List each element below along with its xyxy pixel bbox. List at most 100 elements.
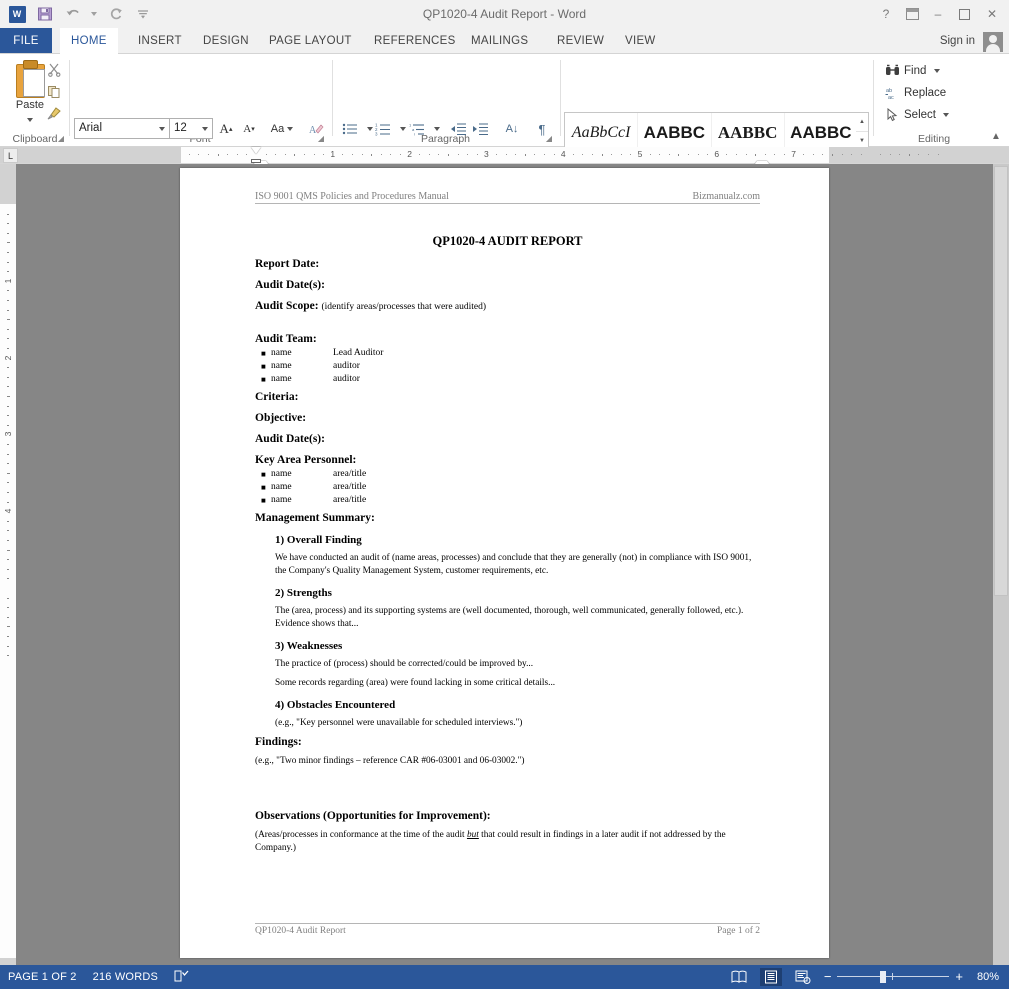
tab-stop-selector[interactable]: L <box>3 148 18 163</box>
decrease-indent-button[interactable] <box>447 118 469 140</box>
minimize-button[interactable]: – <box>925 2 951 26</box>
tab-home[interactable]: HOME <box>60 28 118 54</box>
customize-quick-access-toolbar-icon[interactable] <box>130 2 156 26</box>
tab-file[interactable]: FILE <box>0 28 52 54</box>
ruler-tick <box>188 154 190 155</box>
view-print-layout-button[interactable] <box>759 968 782 986</box>
sign-in-link[interactable]: Sign in <box>940 28 975 54</box>
grow-font-button[interactable]: A ▴ <box>215 118 237 140</box>
replace-button[interactable]: ab ac Replace <box>884 82 946 103</box>
vertical-scrollbar-thumb[interactable] <box>994 166 1008 596</box>
header-left-text: ISO 9001 QMS Policies and Procedures Man… <box>255 191 449 202</box>
tab-design[interactable]: DESIGN <box>192 28 260 54</box>
kap-role-2: area/title <box>333 482 367 492</box>
clipboard-dialog-launcher[interactable]: ◢ <box>56 134 66 144</box>
tab-review[interactable]: REVIEW <box>546 28 615 54</box>
numbered-list-icon: 1 2 3 <box>375 123 390 137</box>
format-painter-icon[interactable] <box>41 102 67 124</box>
paste-caret-icon[interactable] <box>27 117 33 122</box>
close-button[interactable]: ✕ <box>977 2 1007 26</box>
numbering-button[interactable]: 1 2 3 <box>372 118 394 140</box>
summary-heading-4: 4) Obstacles Encountered <box>275 699 396 711</box>
shrink-font-button[interactable]: A ▾ <box>238 118 260 140</box>
first-line-indent-marker[interactable] <box>251 147 261 154</box>
vertical-ruler-tick <box>7 242 10 244</box>
zoom-out-button[interactable]: − <box>824 970 832 983</box>
zoom-level-label[interactable]: 80% <box>969 971 999 983</box>
zoom-slider-thumb[interactable] <box>880 971 887 983</box>
undo-icon[interactable] <box>60 2 86 26</box>
document-page-1[interactable]: ISO 9001 QMS Policies and Procedures Man… <box>180 168 829 958</box>
document-footer[interactable]: QP1020-4 Audit Report Page 1 of 2 <box>255 923 760 936</box>
multilevel-list-button[interactable]: 1 a i <box>406 118 428 140</box>
copy-icon[interactable] <box>41 80 67 102</box>
ruler-left-margin-zone <box>0 147 181 163</box>
help-button[interactable]: ? <box>873 2 899 26</box>
font-size-chevron-down-icon[interactable] <box>202 127 208 131</box>
restore-button[interactable] <box>951 2 977 26</box>
status-bar: PAGE 1 OF 2 216 WORDS − + 80% <box>0 965 1009 989</box>
restore-icon <box>958 8 970 20</box>
bullet-list-icon <box>342 123 357 135</box>
cut-icon[interactable] <box>41 58 67 80</box>
status-page-number[interactable]: PAGE 1 OF 2 <box>8 971 77 983</box>
audit-team-role-1: Lead Auditor <box>333 348 384 358</box>
increase-indent-button[interactable] <box>469 118 491 140</box>
view-read-mode-button[interactable] <box>728 968 750 986</box>
svg-text:3: 3 <box>375 132 378 137</box>
proofing-status-icon[interactable] <box>174 969 191 986</box>
tab-insert[interactable]: INSERT <box>127 28 193 54</box>
vertical-scrollbar[interactable] <box>993 164 1009 965</box>
bullet-icon: ■ <box>261 349 266 358</box>
tab-mailings[interactable]: MAILINGS <box>460 28 539 54</box>
web-layout-icon <box>795 970 811 984</box>
multilevel-caret-icon <box>434 127 440 131</box>
word-logo-icon[interactable]: W <box>4 2 30 26</box>
view-web-layout-button[interactable] <box>792 968 814 986</box>
vertical-ruler-tick <box>7 386 9 388</box>
styles-scroll-up-button[interactable]: ▲ <box>856 113 868 132</box>
select-caret-icon[interactable] <box>942 112 949 117</box>
vertical-ruler-tick <box>7 213 9 215</box>
bullets-button[interactable] <box>339 118 361 140</box>
find-button[interactable]: Find <box>884 60 941 81</box>
vertical-ruler-tick <box>7 616 9 618</box>
tab-view[interactable]: VIEW <box>614 28 667 54</box>
show-formatting-marks-button[interactable]: ¶ <box>531 118 553 140</box>
ruler-tick <box>400 154 401 155</box>
ruler-tick <box>784 154 785 155</box>
font-name-combobox[interactable]: Arial <box>74 118 170 139</box>
document-canvas[interactable]: ISO 9001 QMS Policies and Procedures Man… <box>16 164 993 965</box>
vertical-ruler-tick <box>7 501 9 503</box>
horizontal-ruler[interactable]: 1 2 3 4 5 6 7 <box>0 147 1009 168</box>
tab-references[interactable]: REFERENCES <box>363 28 467 54</box>
zoom-slider[interactable] <box>837 971 950 983</box>
ruler-tick <box>246 154 248 155</box>
clear-formatting-button[interactable]: A <box>305 118 327 140</box>
select-button[interactable]: Select <box>884 104 949 125</box>
save-icon[interactable] <box>32 2 58 26</box>
tab-page-layout[interactable]: PAGE LAYOUT <box>258 28 363 54</box>
vertical-ruler[interactable]: 1 2 3 4 <box>0 164 16 965</box>
account-avatar-icon[interactable] <box>983 32 1003 52</box>
undo-dropdown-icon[interactable] <box>88 2 100 26</box>
collapse-ribbon-button[interactable]: ▲ <box>989 130 1003 144</box>
status-word-count[interactable]: 216 WORDS <box>93 971 158 983</box>
ribbon-display-options-button[interactable] <box>899 2 925 26</box>
redo-icon[interactable] <box>102 2 128 26</box>
multilevel-dropdown-button[interactable] <box>426 118 448 140</box>
change-case-button[interactable]: Aa <box>265 118 299 140</box>
ribbon-display-icon <box>905 8 919 20</box>
left-indent-marker[interactable] <box>251 159 261 163</box>
font-name-chevron-down-icon[interactable] <box>159 127 165 131</box>
page-content: ISO 9001 QMS Policies and Procedures Man… <box>255 191 760 854</box>
find-caret-icon[interactable] <box>934 68 941 73</box>
field-findings: Findings: <box>255 735 302 748</box>
font-size-combobox[interactable]: 12 <box>169 118 213 139</box>
document-header[interactable]: ISO 9001 QMS Policies and Procedures Man… <box>255 191 760 204</box>
sort-button[interactable]: A↓ <box>500 118 524 140</box>
select-glyph <box>887 107 898 121</box>
list-item: ■ name area/title <box>255 481 760 494</box>
zoom-in-button[interactable]: + <box>955 970 963 983</box>
kap-role-1: area/title <box>333 469 367 479</box>
